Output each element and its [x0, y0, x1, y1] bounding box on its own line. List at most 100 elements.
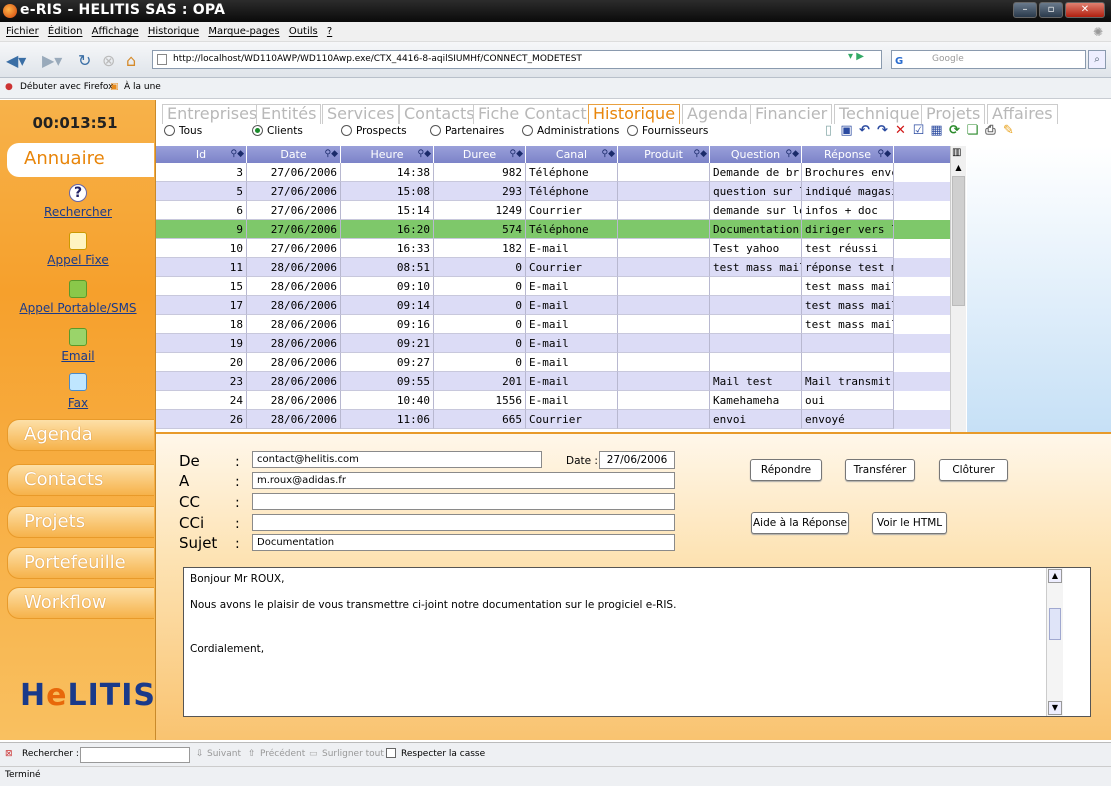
new-document-icon[interactable]: ▯	[822, 124, 835, 137]
radio-clients[interactable]: Clients	[252, 125, 303, 137]
table-row[interactable]: 1528/06/200609:100E-mail test mass mailii	[156, 277, 950, 296]
refresh-icon[interactable]: ⟳	[948, 124, 961, 137]
reply-help-button[interactable]: Aide à la Réponse	[751, 512, 849, 534]
column-header-1[interactable]: Date ⚲◆	[247, 146, 341, 163]
date-field[interactable]: 27/06/2006	[599, 451, 675, 469]
tab-services[interactable]: Services	[322, 104, 400, 124]
phone-icon[interactable]	[69, 232, 87, 250]
tab-affaires[interactable]: Affaires	[987, 104, 1058, 124]
close-find-icon[interactable]: ⊠	[5, 749, 13, 759]
sort-search-icon[interactable]: ⚲◆	[417, 146, 431, 163]
table-icon[interactable]: ▦	[930, 124, 943, 137]
stop-icon[interactable]: ⊗	[102, 51, 115, 70]
home-icon[interactable]: ⌂	[126, 51, 136, 70]
column-header-7[interactable]: Réponse ⚲◆	[802, 146, 894, 163]
sort-search-icon[interactable]: ⚲◆	[601, 146, 615, 163]
find-prev-button[interactable]: Précédent	[260, 749, 305, 759]
to-field[interactable]: m.roux@adidas.fr	[252, 472, 675, 489]
radio-tous[interactable]: Tous	[164, 125, 202, 137]
column-header-3[interactable]: Duree ⚲◆	[434, 146, 526, 163]
table-row[interactable]: 24 28/06/2006 10:40 1556 E-mail Kamehameha oui	[156, 391, 950, 410]
table-row[interactable]: 3 27/06/2006 14:38 982 Téléphone Demande de b…	[156, 163, 950, 182]
tab-financier[interactable]: Financier	[750, 104, 833, 124]
body-scrollbar[interactable]: ▲ ▼	[1046, 568, 1063, 716]
table-row[interactable]: 6 27/06/2006 15:14 1249 Courrier demande sur …	[156, 201, 950, 220]
close-ticket-button[interactable]: Clôturer	[939, 459, 1008, 481]
fax-icon[interactable]	[69, 373, 87, 391]
tab-fiche-contact[interactable]: Fiche Contact	[473, 104, 592, 124]
sidebar-link-rechercher[interactable]: Rechercher	[0, 205, 156, 219]
email-body[interactable]: Bonjour Mr ROUX, Nous avons le plaisir d…	[183, 567, 1091, 717]
column-header-2[interactable]: Heure ⚲◆	[341, 146, 434, 163]
column-config-icon[interactable]: ▥	[952, 147, 961, 158]
column-header-6[interactable]: Question ⚲◆	[710, 146, 802, 163]
sort-search-icon[interactable]: ⚲◆	[509, 146, 523, 163]
menu-fichier[interactable]: Fichier	[6, 26, 39, 37]
folder-icon[interactable]: ❏	[966, 124, 979, 137]
column-header-0[interactable]: Id ⚲◆	[156, 146, 247, 163]
close-button[interactable]: ✕	[1065, 2, 1105, 18]
undo-icon[interactable]: ↶	[858, 124, 871, 137]
maximize-button[interactable]: ▫	[1039, 2, 1063, 18]
menu-edition[interactable]: Édition	[48, 26, 83, 37]
view-html-button[interactable]: Voir le HTML	[872, 512, 947, 534]
mobile-icon[interactable]	[69, 280, 87, 298]
table-row[interactable]: 5 27/06/2006 15:08 293 Téléphone question sur…	[156, 182, 950, 201]
forward-button[interactable]: Transférer	[845, 459, 915, 481]
sort-search-icon[interactable]: ⚲◆	[877, 146, 891, 163]
help-icon[interactable]: ?	[69, 184, 87, 202]
table-row[interactable]: 1728/06/200609:140E-mail test mass mailii	[156, 296, 950, 315]
bookmark-a-la-une[interactable]: À la une	[124, 82, 161, 92]
tab-projets[interactable]: Projets	[921, 104, 986, 124]
reload-icon[interactable]: ↻	[78, 51, 91, 70]
sort-search-icon[interactable]: ⚲◆	[324, 146, 338, 163]
sidebar-section-annuaire[interactable]: Annuaire	[7, 143, 154, 177]
table-row[interactable]: 20 28/06/2006 09:27 0 E-mail	[156, 353, 950, 372]
from-field[interactable]: contact@helitis.com	[252, 451, 542, 468]
scroll-up-icon[interactable]: ▲	[952, 163, 965, 176]
sort-search-icon[interactable]: ⚲◆	[230, 146, 244, 163]
tab-technique[interactable]: Technique	[834, 104, 925, 124]
bookmark-debuter[interactable]: Débuter avec Firefox	[20, 82, 114, 92]
tab-contacts[interactable]: Contacts	[399, 104, 480, 124]
column-header-5[interactable]: Produit ⚲◆	[618, 146, 710, 163]
redo-icon[interactable]: ↷	[876, 124, 889, 137]
body-scroll-thumb[interactable]	[1049, 608, 1061, 640]
cc-field[interactable]	[252, 493, 675, 510]
sidebar-link-email[interactable]: Email	[0, 349, 156, 363]
find-next-button[interactable]: Suivant	[207, 749, 241, 759]
scroll-up-icon[interactable]: ▲	[1048, 569, 1062, 583]
print-icon[interactable]: ⎙	[984, 124, 997, 137]
find-input[interactable]	[80, 747, 190, 763]
email-icon[interactable]	[69, 328, 87, 346]
grid-scroll-thumb[interactable]	[952, 176, 965, 306]
sort-search-icon[interactable]: ⚲◆	[785, 146, 799, 163]
sidebar-section-agenda[interactable]: Agenda	[7, 419, 154, 451]
table-row[interactable]: 1828/06/200609:160E-mail test mass mailii	[156, 315, 950, 334]
search-bar[interactable]: G Google	[891, 50, 1086, 69]
table-row[interactable]: 23 28/06/2006 09:55 201 E-mail Mail test Mail …	[156, 372, 950, 391]
menu-historique[interactable]: Historique	[148, 26, 199, 37]
go-arrow-icon[interactable]: ▾ ▶	[848, 51, 864, 62]
tab-entites[interactable]: Entités	[256, 104, 322, 124]
sidebar-section-workflow[interactable]: Workflow	[7, 587, 154, 619]
reply-button[interactable]: Répondre	[750, 459, 822, 481]
edit-folder-icon[interactable]: ✎	[1002, 124, 1015, 137]
sidebar-link-fax[interactable]: Fax	[0, 396, 156, 410]
radio-fournisseurs[interactable]: Fournisseurs	[627, 125, 708, 137]
sidebar-link-appel-portable[interactable]: Appel Portable/SMS	[0, 301, 156, 315]
sidebar-section-contacts[interactable]: Contacts	[7, 464, 154, 496]
radio-partenaires[interactable]: Partenaires	[430, 125, 504, 137]
minimize-button[interactable]: –	[1013, 2, 1037, 18]
sidebar-link-appel-fixe[interactable]: Appel Fixe	[0, 253, 156, 267]
delete-icon[interactable]: ✕	[894, 124, 907, 137]
sidebar-section-projets[interactable]: Projets	[7, 506, 154, 538]
tab-entreprises[interactable]: Entreprises	[162, 104, 263, 124]
back-icon[interactable]: ◀▾	[6, 51, 26, 70]
table-row[interactable]: 26 28/06/2006 11:06 665 Courrier envoi envoyé	[156, 410, 950, 429]
table-row[interactable]: 1128/06/200608:510Courrier test mass mail…	[156, 258, 950, 277]
match-case-checkbox[interactable]	[386, 748, 396, 758]
subject-field[interactable]: Documentation	[252, 534, 675, 551]
table-row[interactable]: 10 27/06/2006 16:33 182 E-mail Test yahoo test…	[156, 239, 950, 258]
table-row[interactable]: 9 27/06/2006 16:20 574 Téléphone Documentatio…	[156, 220, 950, 239]
